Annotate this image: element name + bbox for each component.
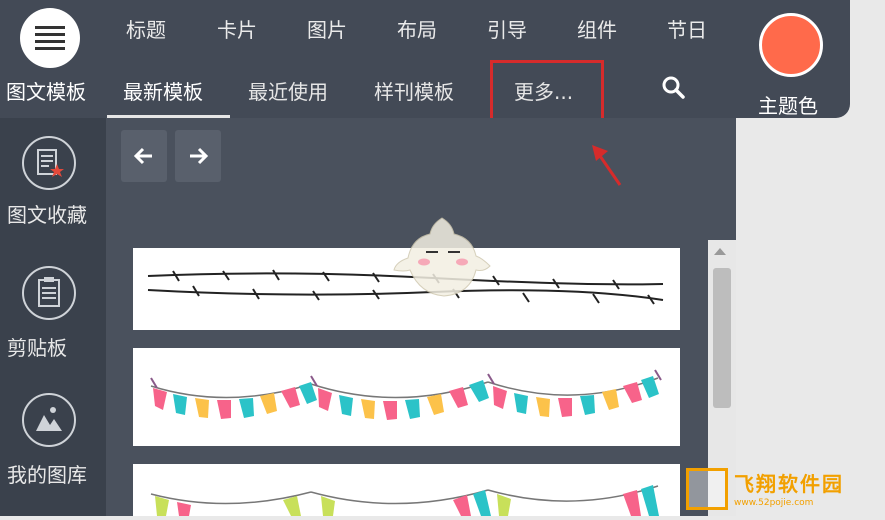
template-menu-label[interactable]: 图文模板: [6, 76, 86, 105]
arrow-left-icon: [133, 147, 152, 165]
watermark-text: 飞翔软件园: [734, 472, 844, 496]
bunting-flags-image: [150, 369, 662, 420]
sidebar: 图文收藏 剪贴板 我的图库: [0, 118, 106, 516]
tab-latest-templates[interactable]: 最新模板: [123, 76, 203, 105]
template-bunting-flags-2[interactable]: [133, 464, 680, 516]
sidebar-item-label: 我的图库: [7, 463, 87, 487]
theme-color-label[interactable]: 主题色: [758, 90, 818, 119]
tab-sample-templates[interactable]: 样刊模板: [374, 76, 454, 105]
category-component[interactable]: 组件: [577, 14, 617, 43]
annotation-arrow-icon: [592, 145, 622, 186]
top-toolbar: 图文模板 标题 卡片 图片 布局 引导 组件 节日 最新模板 最近使用 样刊模板…: [0, 0, 850, 127]
site-watermark: 飞翔软件园 www.52pojie.com: [686, 466, 882, 514]
sidebar-item-label: 图文收藏: [7, 203, 87, 227]
category-guide[interactable]: 引导: [487, 14, 527, 43]
arrow-right-icon: [190, 147, 209, 165]
editor-panel: 图文模板 标题 卡片 图片 布局 引导 组件 节日 最新模板 最近使用 样刊模板…: [0, 0, 885, 516]
watermark-subtext: www.52pojie.com: [734, 498, 814, 508]
theme-color-swatch[interactable]: [759, 13, 823, 77]
category-title[interactable]: 标题: [126, 14, 166, 43]
canvas-background: [736, 118, 885, 516]
search-icon[interactable]: [660, 74, 686, 100]
template-bunting-flags[interactable]: [133, 348, 680, 446]
mascot-watermark-icon: [393, 217, 491, 297]
next-page-button[interactable]: [175, 130, 221, 182]
scroll-up-icon[interactable]: [714, 248, 726, 255]
watermark-logo-icon: [686, 468, 728, 510]
clipboard-icon: [22, 266, 76, 320]
category-holiday[interactable]: 节日: [667, 14, 707, 43]
tab-recently-used[interactable]: 最近使用: [248, 76, 328, 105]
bunting-flags-image: [150, 485, 659, 516]
sidebar-item-label: 剪贴板: [7, 336, 67, 360]
highlight-annotation: [490, 60, 604, 127]
category-image[interactable]: 图片: [307, 14, 347, 43]
category-card[interactable]: 卡片: [217, 14, 257, 43]
image-gallery-icon: [22, 393, 76, 447]
scrollbar-thumb[interactable]: [713, 268, 731, 408]
document-star-icon: [22, 136, 76, 190]
category-layout[interactable]: 布局: [397, 14, 437, 43]
template-menu-icon[interactable]: [20, 8, 80, 68]
prev-page-button[interactable]: [121, 130, 167, 182]
